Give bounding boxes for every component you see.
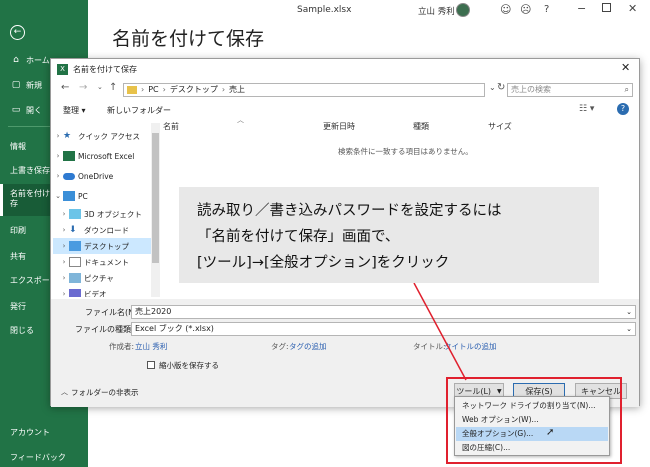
callout-line-2: 「名前を付けて保存」画面で、 bbox=[197, 229, 400, 245]
callout-line-1: 読み取り／書き込みパスワードを設定するには bbox=[197, 203, 502, 219]
callout-line-3: [ツール]→[全般オプション]をクリック bbox=[197, 255, 450, 271]
instruction-callout: 読み取り／書き込みパスワードを設定するには 「名前を付けて保存」画面で、 [ツー… bbox=[179, 187, 599, 283]
